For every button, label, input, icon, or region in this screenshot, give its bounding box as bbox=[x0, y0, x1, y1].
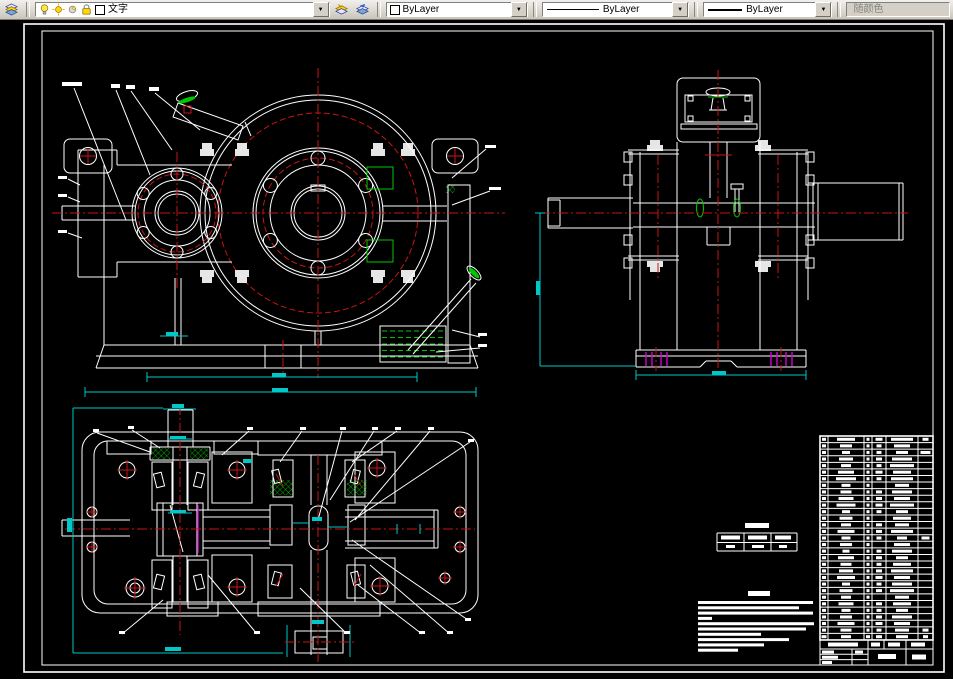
bulb-icon[interactable] bbox=[38, 3, 51, 16]
color-swatch bbox=[390, 5, 400, 15]
layer-combo-dropdown-arrow[interactable]: ▼ bbox=[313, 2, 329, 17]
toolbar-separator bbox=[837, 2, 841, 17]
drawing-canvas[interactable] bbox=[0, 20, 953, 679]
side-view-dimensions bbox=[535, 213, 806, 380]
toolbar-separator bbox=[26, 2, 30, 17]
tech-notes bbox=[698, 591, 814, 652]
shaft-end-detail bbox=[285, 625, 355, 657]
current-color-name: ByLayer bbox=[403, 3, 509, 17]
plotstyle-combo: 随颜色 bbox=[846, 2, 950, 17]
bom-table bbox=[820, 436, 933, 640]
lineweight-combo[interactable]: ByLayer ▼ bbox=[703, 2, 832, 17]
make-object-layer-current-button[interactable] bbox=[333, 0, 351, 19]
title-block bbox=[820, 640, 933, 665]
layer-previous-button[interactable] bbox=[354, 0, 372, 19]
front-view bbox=[52, 68, 505, 397]
toolbar-separator bbox=[377, 2, 381, 17]
side-view bbox=[535, 70, 908, 380]
sun-icon[interactable] bbox=[52, 3, 65, 16]
lock-icon[interactable] bbox=[80, 3, 93, 16]
application-window: 文字 ▼ ByLayer ▼ ByLayer bbox=[0, 0, 953, 679]
current-plotstyle-name: 随颜色 bbox=[849, 3, 949, 17]
lineweight-combo-dropdown-arrow[interactable]: ▼ bbox=[815, 2, 831, 17]
toolbar-separator bbox=[694, 2, 698, 17]
viewport-freeze-icon[interactable] bbox=[66, 3, 79, 16]
layer-color-swatch bbox=[95, 5, 105, 15]
toolbar-separator bbox=[533, 2, 537, 17]
color-combo-dropdown-arrow[interactable]: ▼ bbox=[511, 2, 527, 17]
lineweight-line-glyph bbox=[708, 9, 742, 11]
current-lineweight-name: ByLayer bbox=[746, 3, 813, 17]
layers-back-icon bbox=[356, 3, 369, 16]
linetype-combo[interactable]: ByLayer ▼ bbox=[542, 2, 689, 17]
section-view bbox=[62, 404, 478, 662]
layer-manager-button[interactable] bbox=[3, 0, 21, 19]
current-layer-name: 文字 bbox=[108, 3, 311, 17]
spec-table bbox=[717, 523, 797, 551]
linetype-line-glyph bbox=[547, 9, 599, 10]
paper-frame bbox=[24, 24, 944, 672]
layers-icon bbox=[5, 3, 18, 16]
color-combo[interactable]: ByLayer ▼ bbox=[386, 2, 528, 17]
current-linetype-name: ByLayer bbox=[603, 3, 670, 17]
layer-combo[interactable]: 文字 ▼ bbox=[35, 2, 330, 17]
layer-properties-toolbar: 文字 ▼ ByLayer ▼ ByLayer bbox=[0, 0, 953, 20]
callout-leaders bbox=[58, 82, 501, 352]
linetype-combo-dropdown-arrow[interactable]: ▼ bbox=[672, 2, 688, 17]
layers-arrow-icon bbox=[335, 3, 348, 16]
front-view-dimensions bbox=[85, 332, 476, 397]
